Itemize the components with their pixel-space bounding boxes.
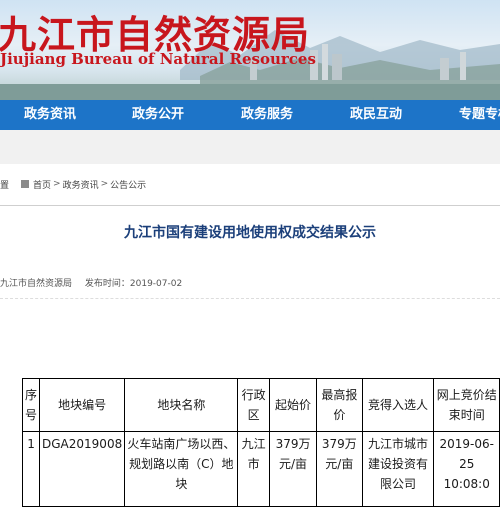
divider [0,205,500,206]
table-cell: 九江市城市建设投资有限公司 [361,431,435,507]
column-header: 地块名称 [124,378,239,432]
breadcrumb-notices[interactable]: 公告公示 [110,178,146,191]
breadcrumb-separator: > [53,179,61,189]
article-title: 九江市国有建设用地使用权成交结果公示 [124,225,376,241]
breadcrumb: 置 首页 > 政务资讯 > 公告公示 [0,176,146,192]
home-icon [21,180,30,188]
nav-item-disclosure[interactable]: 政务公开 [132,100,184,130]
column-header: 竞得入选人 [361,378,435,432]
publish-date-label: 发布时间： [84,279,130,289]
main-nav: 政务资讯 政务公开 政务服务 政民互动 专题专栏 [0,100,500,130]
column-header: 行政区 [237,378,270,432]
table-cell: 2019-06-25 10:08:0 [433,431,500,507]
breadcrumb-news[interactable]: 政务资讯 [63,178,99,191]
column-header: 起始价 [268,378,318,432]
column-header: 网上竞价结束时间 [433,378,500,432]
meta-divider [0,298,500,300]
breadcrumb-separator: > [100,179,109,189]
nav-item-interaction[interactable]: 政民互动 [350,100,402,130]
header-banner: 九江市自然资源局 Jiujiang Bureau of Natural Reso… [0,0,500,100]
table-cell: 九江市 [237,431,270,507]
column-header: 序号 [21,378,41,432]
table-cell: DGA2019008 [39,431,126,507]
nav-item-services[interactable]: 政务服务 [241,100,293,130]
article-source: 九江市自然资源局 [0,279,73,289]
breadcrumb-home[interactable]: 首页 [33,178,51,191]
nav-item-news[interactable]: 政务资讯 [24,100,76,130]
publish-label: 发布时间：2019-07-02 [85,279,182,289]
result-table: 序号 地块编号 地块名称 行政区 起始价 最高报价 竞得入选人 网上竞价结束时间… [21,378,500,507]
table-header-row: 序号 地块编号 地块名称 行政区 起始价 最高报价 竞得入选人 网上竞价结束时间 [21,378,500,432]
table-cell: 1 [21,431,41,507]
article-meta: 九江市自然资源局 发布时间：2019-07-02 [0,276,192,289]
publish-date: 2019-07-02 [129,279,183,289]
table-cell: 379万元/亩 [316,431,363,507]
column-header: 最高报价 [316,378,363,432]
nav-shadow-strip [0,130,500,164]
nav-item-topics[interactable]: 专题专栏 [459,100,500,130]
breadcrumb-prefix: 置 [0,180,10,191]
table-cell: 379万元/亩 [268,431,318,507]
table-cell: 火车站南广场以西、规划路以南（C）地块 [124,431,239,507]
site-subtitle: Jiujiang Bureau of Natural Resources [0,50,316,68]
column-header: 地块编号 [39,378,126,432]
table-row: 1 DGA2019008 火车站南广场以西、规划路以南（C）地块 九江市 379… [21,431,500,507]
